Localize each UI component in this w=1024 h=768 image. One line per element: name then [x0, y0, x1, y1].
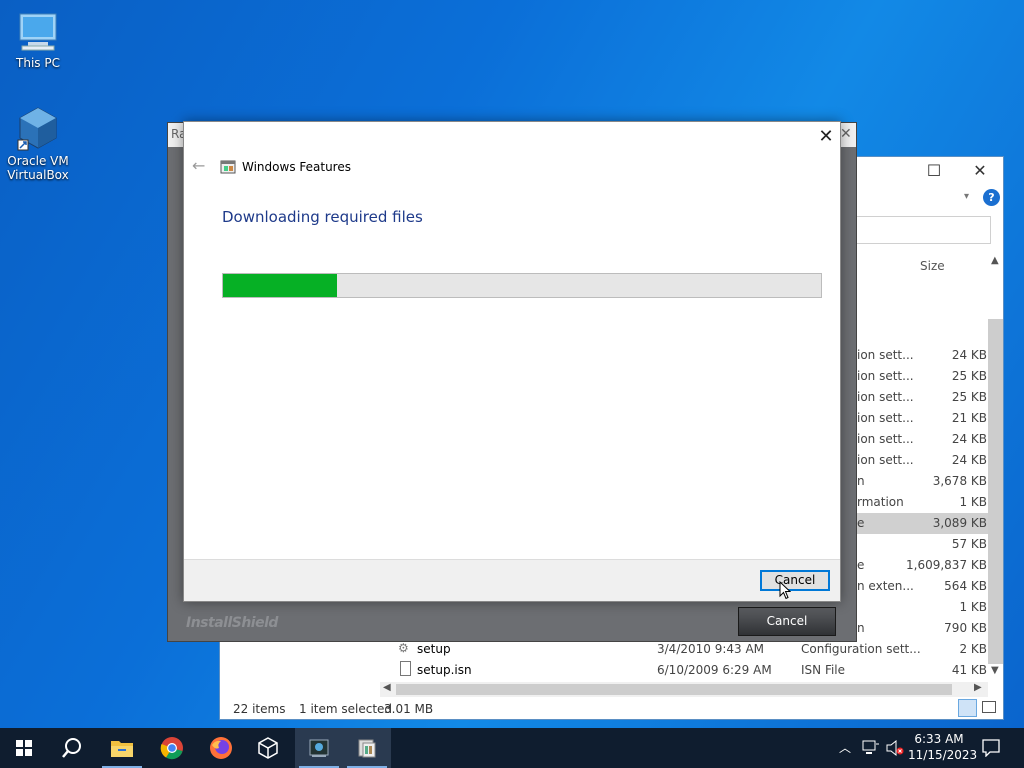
large-icons-view-icon[interactable]: [982, 701, 996, 713]
file-size: 57 KB: [951, 537, 987, 551]
file-size: 24 KB: [951, 348, 987, 362]
windows-features-icon: [220, 160, 236, 174]
status-heading: Downloading required files: [222, 208, 423, 226]
file-date: 3/4/2010 9:43 AM: [657, 642, 765, 656]
network-icon[interactable]: [862, 740, 880, 756]
file-size: 41 KB: [951, 663, 987, 677]
cancel-button[interactable]: Cancel: [760, 570, 830, 591]
file-size: 21 KB: [951, 411, 987, 425]
file-type: e: [857, 558, 865, 572]
status-size: 3.01 MB: [384, 702, 434, 716]
search-icon: [62, 738, 81, 758]
search-button[interactable]: [48, 728, 96, 768]
vertical-scrollbar[interactable]: [988, 319, 1003, 664]
back-arrow-icon[interactable]: ←: [192, 156, 205, 175]
mouse-cursor-icon: [779, 581, 791, 600]
virtualbox-icon: [17, 107, 57, 151]
status-selected: 1 item selected: [299, 702, 393, 716]
file-size: 564 KB: [944, 579, 987, 593]
file-size: 790 KB: [944, 621, 987, 635]
file-size: 3,089 KB: [932, 516, 987, 530]
help-icon[interactable]: ?: [983, 189, 1000, 206]
status-item-count: 22 items: [233, 702, 286, 716]
maximize-icon[interactable]: ☐: [911, 157, 957, 185]
installshield-cancel-button[interactable]: Cancel: [738, 607, 836, 636]
start-button[interactable]: [0, 728, 48, 768]
file-type: Configuration sett...: [801, 642, 921, 656]
installer-icon: [309, 739, 329, 757]
file-size: 1 KB: [959, 495, 987, 509]
windows-features-icon: [358, 739, 376, 758]
file-date: 6/10/2009 6:29 AM: [657, 663, 772, 677]
taskbar-firefox[interactable]: [197, 728, 245, 768]
file-size: 2 KB: [959, 642, 987, 656]
download-progress-bar: [222, 273, 822, 298]
scroll-down-icon[interactable]: ▼: [991, 665, 999, 676]
file-size: 24 KB: [951, 432, 987, 446]
desktop-icon-label: Oracle VM VirtualBox: [7, 154, 69, 182]
file-size: 25 KB: [951, 390, 987, 404]
taskbar-file-explorer[interactable]: [98, 728, 146, 768]
folder-icon: [111, 741, 133, 757]
clock-date: 11/15/2023: [908, 748, 978, 762]
file-type: ISN File: [801, 663, 846, 677]
clock-time: 6:33 AM: [914, 732, 964, 746]
taskbar-installshield[interactable]: [295, 728, 343, 768]
file-type: n: [857, 621, 865, 635]
search-box[interactable]: [840, 216, 991, 244]
desktop-icon-label: This PC: [16, 56, 60, 70]
installshield-logo: InstallShield: [186, 615, 278, 631]
close-icon[interactable]: ✕: [957, 157, 1003, 185]
file-size: 24 KB: [951, 453, 987, 467]
dialog-title: Windows Features: [242, 160, 351, 174]
file-size: 1 KB: [959, 600, 987, 614]
desktop-icon-virtualbox[interactable]: Oracle VM VirtualBox: [5, 106, 71, 182]
volume-muted-icon[interactable]: [886, 740, 904, 756]
file-type: rmation: [857, 495, 904, 509]
dialog-footer: Cancel: [184, 559, 840, 601]
file-name: setup.isn: [417, 663, 472, 677]
desktop-icon-this-pc[interactable]: This PC: [5, 10, 71, 70]
config-file-icon: ⚙: [398, 641, 409, 655]
chrome-icon: [160, 737, 183, 760]
firefox-icon: [210, 737, 232, 759]
file-icon: [400, 661, 411, 676]
file-row-setup[interactable]: ⚙ setup 3/4/2010 9:43 AM Configuration s…: [220, 639, 921, 660]
scroll-left-icon[interactable]: ◀: [383, 682, 391, 693]
virtualbox-icon: [258, 737, 278, 759]
file-name: setup: [417, 642, 451, 656]
horizontal-scrollbar[interactable]: ◀ ▶: [380, 682, 988, 697]
chevron-down-icon[interactable]: ▾: [964, 191, 969, 202]
progress-fill: [223, 274, 337, 297]
taskbar-virtualbox[interactable]: [244, 728, 292, 768]
monitor-icon: [19, 13, 57, 51]
file-size: 25 KB: [951, 369, 987, 383]
file-type: e: [857, 516, 865, 530]
details-view-icon[interactable]: [958, 699, 977, 717]
scroll-thumb[interactable]: [396, 684, 952, 695]
scroll-up-icon[interactable]: ▲: [991, 255, 999, 266]
action-center-icon[interactable]: [982, 739, 1000, 757]
scroll-right-icon[interactable]: ▶: [974, 682, 982, 693]
taskbar: ︿ 6:33 AM 11/15/2023: [0, 728, 1024, 768]
close-icon[interactable]: ✕: [814, 126, 838, 148]
file-type: n: [857, 474, 865, 488]
windows-features-dialog[interactable]: ✕ ← Windows Features Downloading require…: [183, 121, 841, 602]
column-header-size[interactable]: Size: [920, 259, 945, 273]
file-row-setup-isn[interactable]: setup.isn 6/10/2009 6:29 AM ISN File: [220, 660, 845, 681]
system-clock[interactable]: 6:33 AM 11/15/2023: [908, 731, 978, 763]
taskbar-windows-features[interactable]: [343, 728, 391, 768]
taskbar-chrome[interactable]: [148, 728, 196, 768]
file-size: 3,678 KB: [932, 474, 987, 488]
show-hidden-icons-chevron-icon[interactable]: ︿: [839, 739, 851, 756]
windows-logo-icon: [16, 740, 32, 756]
file-size: 1,609,837 KB: [906, 558, 987, 572]
close-icon[interactable]: ✕: [840, 126, 852, 142]
